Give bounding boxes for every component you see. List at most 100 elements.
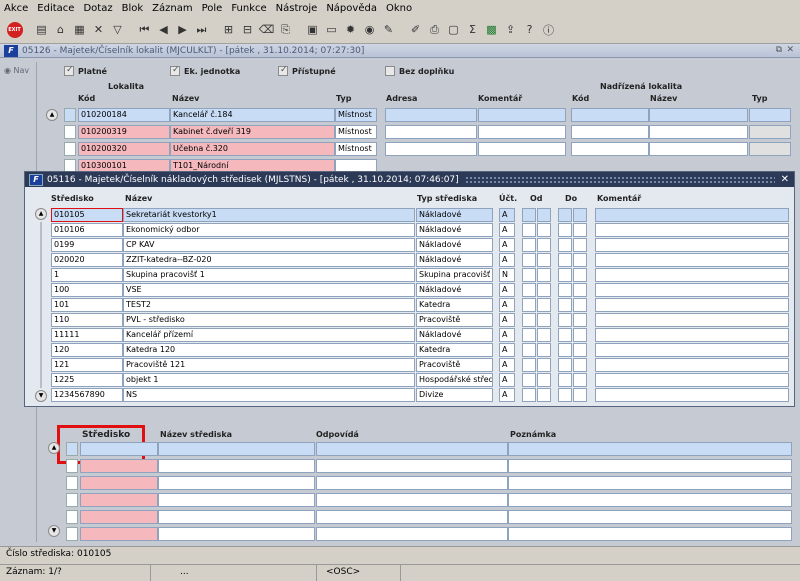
lower-row-poznamka[interactable]	[508, 476, 792, 490]
table-row-do2[interactable]	[573, 328, 587, 342]
sum-icon[interactable]: Σ	[464, 21, 481, 38]
menu-item-pole[interactable]: Pole	[202, 3, 223, 14]
table-row-nazev[interactable]: ZZIT-katedra--BZ-020	[123, 253, 415, 267]
table-row-typ[interactable]: Pracoviště	[416, 358, 493, 372]
table-row-typ[interactable]: Pracoviště	[416, 313, 493, 327]
prev-record-icon[interactable]: ◀	[155, 21, 172, 38]
table-row-do2[interactable]	[573, 373, 587, 387]
table-row-typ[interactable]: Hospodářské středisko	[416, 373, 493, 387]
table-row-od2[interactable]	[537, 328, 551, 342]
table-row-do[interactable]	[558, 388, 572, 402]
save-icon[interactable]: ▤	[33, 21, 50, 38]
table-row-typ[interactable]: Katedra	[416, 298, 493, 312]
table-row-komentar[interactable]	[595, 388, 789, 402]
lower-row-poznamka[interactable]	[508, 493, 792, 507]
table-row-typ[interactable]: Nákladové	[416, 238, 493, 252]
table-row-typ[interactable]: Místnost	[335, 108, 377, 122]
table-row-nazev[interactable]: PVL - středisko	[123, 313, 415, 327]
lower-scroll-down-button[interactable]: ▼	[48, 525, 60, 537]
table-row-do[interactable]	[558, 343, 572, 357]
table-row-typ[interactable]: Místnost	[335, 125, 377, 139]
restore-icon[interactable]: ⧉	[776, 45, 782, 55]
table-row-uct[interactable]: A	[499, 388, 515, 402]
menu-item-okno[interactable]: Okno	[386, 3, 412, 14]
lower-row-odpovida[interactable]	[316, 442, 508, 456]
excel-icon[interactable]: ▩	[483, 21, 500, 38]
lower-row-stredisko[interactable]	[80, 510, 158, 524]
table-row-od2[interactable]	[537, 358, 551, 372]
lower-row-nazev[interactable]	[158, 527, 315, 541]
table-row-komentar[interactable]	[595, 298, 789, 312]
table-row-od[interactable]	[522, 313, 536, 327]
table-row-adresa[interactable]	[385, 108, 477, 122]
table-row-do[interactable]	[558, 223, 572, 237]
table-row-uct[interactable]: N	[499, 268, 515, 282]
table-row-kod[interactable]: 010200184	[78, 108, 170, 122]
note-icon[interactable]: ▢	[445, 21, 462, 38]
table-row-nazev[interactable]: Skupina pracovišť 1	[123, 268, 415, 282]
table-row-nadr-nazev[interactable]	[649, 125, 748, 139]
table-row-do2[interactable]	[573, 313, 587, 327]
table-row-od2[interactable]	[537, 298, 551, 312]
table-row-komentar[interactable]	[595, 328, 789, 342]
exit-button[interactable]: EXIT	[6, 21, 23, 38]
table-row-do2[interactable]	[573, 298, 587, 312]
row-selector[interactable]	[64, 142, 76, 156]
info-icon[interactable]: ⓘ	[540, 21, 557, 38]
last-record-icon[interactable]: ⏭	[193, 21, 210, 38]
row-selector[interactable]	[66, 510, 78, 524]
print-icon[interactable]: ▦	[71, 21, 88, 38]
open-icon[interactable]: ⌂	[52, 21, 69, 38]
table-row-uct[interactable]: A	[499, 343, 515, 357]
table-row-do2[interactable]	[573, 253, 587, 267]
table-row-od[interactable]	[522, 373, 536, 387]
table-row-od2[interactable]	[537, 313, 551, 327]
table-row-do2[interactable]	[573, 343, 587, 357]
menu-item-napoveda[interactable]: Nápověda	[326, 3, 377, 14]
table-row-komentar[interactable]	[595, 358, 789, 372]
table-row-nazev[interactable]: objekt 1	[123, 373, 415, 387]
table-row-adresa[interactable]	[385, 125, 477, 139]
table-row-kod[interactable]: 010200319	[78, 125, 170, 139]
row-selector[interactable]	[66, 442, 78, 456]
table-row-nadr-typ[interactable]	[749, 142, 791, 156]
table-row-komentar[interactable]	[478, 142, 566, 156]
table-row-do2[interactable]	[573, 223, 587, 237]
table-row-nazev[interactable]: TEST2	[123, 298, 415, 312]
menu-item-funkce[interactable]: Funkce	[231, 3, 266, 14]
table-row-stredisko[interactable]: 1225	[51, 373, 123, 387]
export-icon[interactable]: ⇪	[502, 21, 519, 38]
table-row-do[interactable]	[558, 373, 572, 387]
table-row-stredisko[interactable]: 100	[51, 283, 123, 297]
table-row-do2[interactable]	[573, 238, 587, 252]
table-row-stredisko[interactable]: 010105	[51, 208, 123, 222]
table-row-od2[interactable]	[537, 283, 551, 297]
table-row-stredisko[interactable]: 110	[51, 313, 123, 327]
table-row-typ[interactable]: Místnost	[335, 142, 377, 156]
lower-row-nazev[interactable]	[158, 510, 315, 524]
table-row-komentar[interactable]	[595, 208, 789, 222]
dialog-scroll-up-button[interactable]: ▲	[35, 208, 47, 220]
copy-icon[interactable]: ⎘	[277, 21, 294, 38]
table-row-nadr-typ[interactable]	[749, 125, 791, 139]
table-row-od2[interactable]	[537, 343, 551, 357]
nav-toggle[interactable]: ◉ Nav	[4, 66, 29, 75]
table-row-uct[interactable]: A	[499, 208, 515, 222]
table-row-komentar[interactable]	[595, 223, 789, 237]
lower-row-stredisko[interactable]	[80, 493, 158, 507]
table-row-nazev[interactable]: Kancelář č.184	[170, 108, 335, 122]
row-selector[interactable]	[66, 527, 78, 541]
table-row-nazev[interactable]: Sekretariát kvestorky1	[123, 208, 415, 222]
insert-row-icon[interactable]: ⊞	[220, 21, 237, 38]
clear-icon[interactable]: ⌫	[258, 21, 275, 38]
table-row-od2[interactable]	[537, 208, 551, 222]
lower-row-nazev[interactable]	[158, 493, 315, 507]
table-row-komentar[interactable]	[595, 313, 789, 327]
menu-item-editace[interactable]: Editace	[37, 3, 74, 14]
lower-row-stredisko[interactable]	[80, 527, 158, 541]
row-selector[interactable]	[66, 493, 78, 507]
dialog-scroll-down-button[interactable]: ▼	[35, 390, 47, 402]
table-row-stredisko[interactable]: 1	[51, 268, 123, 282]
table-row-uct[interactable]: A	[499, 298, 515, 312]
table-row-od2[interactable]	[537, 253, 551, 267]
